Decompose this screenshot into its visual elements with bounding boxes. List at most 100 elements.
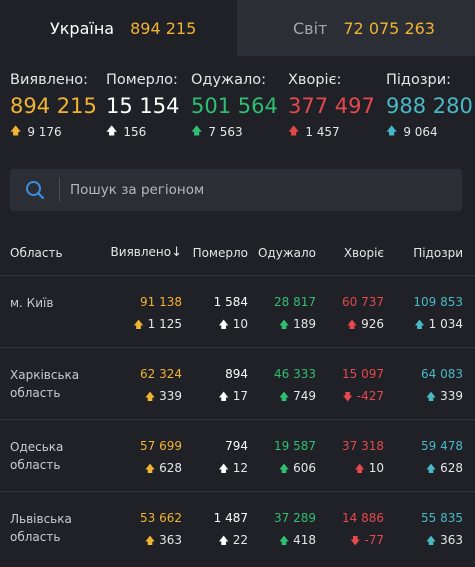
deaths-value: 1 487 xyxy=(213,511,248,525)
arrow-up-icon: 🡅 xyxy=(218,464,229,475)
cell-sick: 37 318 🡅 10 xyxy=(316,438,384,491)
arrow-up-icon: 🡅 xyxy=(278,392,290,403)
arrow-up-icon: 🡅 xyxy=(354,464,365,475)
tab-world[interactable]: Світ 72 075 263 xyxy=(237,0,475,56)
cases-delta: 🡅 1 125 xyxy=(108,316,182,334)
cell-recovered: 37 289 🡅 418 xyxy=(248,510,316,564)
header-detected[interactable]: Виявлено↓ xyxy=(108,245,182,260)
recovered-delta: 🡅 418 xyxy=(248,532,316,550)
recovered-delta-value: 606 xyxy=(293,461,316,475)
cell-deaths: 1 584 🡅 10 xyxy=(182,294,248,347)
stat-label: Одужало: xyxy=(191,72,266,88)
cell-sick: 14 886 🡇 -77 xyxy=(316,510,384,564)
cases-delta: 🡅 363 xyxy=(108,532,182,550)
table-row[interactable]: Харківська область 62 324 🡅 339 894 🡅 17 46 333… xyxy=(0,348,475,420)
stat-delta: 🡅 7 563 xyxy=(191,122,288,141)
arrow-up-icon: 🡅 xyxy=(425,536,437,547)
recovered-delta: 🡅 606 xyxy=(248,460,316,478)
sick-delta-value: 10 xyxy=(368,461,384,475)
stat-delta: 🡅 156 xyxy=(106,122,191,141)
cell-sick: 60 737 🡅 926 xyxy=(316,294,384,347)
table-row[interactable]: Львівська область 53 662 🡅 363 1 487 🡅 22 37 28… xyxy=(0,492,475,564)
cell-deaths: 894 🡅 17 xyxy=(182,366,248,419)
tab-ukraine-label: Україна xyxy=(50,18,115,38)
deaths-delta: 🡅 17 xyxy=(182,388,248,406)
stat-label: Підозри: xyxy=(386,72,452,88)
header-region[interactable]: Область xyxy=(0,246,108,260)
suspected-delta-value: 363 xyxy=(440,533,463,547)
arrow-up-icon: 🡅 xyxy=(288,124,300,137)
search-input[interactable] xyxy=(70,182,430,198)
deaths-value: 1 584 xyxy=(213,295,248,309)
cases-value: 57 699 xyxy=(140,439,182,453)
stat-label: Хворіє: xyxy=(288,72,342,88)
header-deaths[interactable]: Померло xyxy=(182,246,248,260)
suspected-delta: 🡅 628 xyxy=(384,460,463,478)
sort-down-icon: ↓ xyxy=(171,245,182,260)
deaths-delta-value: 17 xyxy=(232,389,248,403)
table-row[interactable]: м. Київ 91 138 🡅 1 125 1 584 🡅 10 28 817 🡅 189 60 … xyxy=(0,276,475,348)
arrow-up-icon: 🡅 xyxy=(278,464,290,475)
arrow-up-icon: 🡅 xyxy=(144,464,156,475)
stat-label: Померло: xyxy=(106,72,178,88)
cell-suspected: 55 835 🡅 363 xyxy=(384,510,463,564)
stat-delta-value: 9 064 xyxy=(403,124,438,139)
tab-ukraine[interactable]: Україна 894 215 xyxy=(0,0,237,56)
table-row[interactable]: Одеська область 57 699 🡅 628 794 🡅 12 19 587 🡅 60… xyxy=(0,420,475,492)
recovered-delta: 🡅 749 xyxy=(248,388,316,406)
stat-delta-value: 7 563 xyxy=(208,124,243,139)
arrow-up-icon: 🡅 xyxy=(425,392,437,403)
suspected-value: 109 853 xyxy=(413,295,463,309)
arrow-up-icon: 🡅 xyxy=(278,320,290,331)
header-sick[interactable]: Хворіє xyxy=(316,246,384,260)
deaths-delta-value: 22 xyxy=(232,533,248,547)
suspected-value: 59 478 xyxy=(421,439,463,453)
sick-delta: 🡇 -77 xyxy=(316,532,384,550)
cases-delta: 🡅 339 xyxy=(108,388,182,406)
cases-delta-value: 339 xyxy=(159,389,182,403)
arrow-up-icon: 🡅 xyxy=(218,536,229,547)
deaths-value: 794 xyxy=(225,439,248,453)
region-name: м. Київ xyxy=(10,296,54,310)
sick-value: 14 886 xyxy=(342,511,384,525)
recovered-delta-value: 418 xyxy=(293,533,316,547)
region-search xyxy=(10,169,462,211)
cell-recovered: 46 333 🡅 749 xyxy=(248,366,316,419)
arrow-up-icon: 🡅 xyxy=(218,320,229,331)
stat-delta: 🡅 9 176 xyxy=(10,122,106,141)
cases-value: 91 138 xyxy=(140,295,182,309)
stat-delta: 🡅 9 064 xyxy=(386,122,475,141)
suspected-delta: 🡅 339 xyxy=(384,388,463,406)
cases-delta-value: 363 xyxy=(159,533,182,547)
tab-world-label: Світ xyxy=(293,18,328,38)
suspected-delta-value: 1 034 xyxy=(428,317,463,331)
cell-suspected: 64 083 🡅 339 xyxy=(384,366,463,419)
arrow-up-icon: 🡅 xyxy=(278,536,290,547)
region-name: Одеська область xyxy=(10,440,64,472)
cell-recovered: 28 817 🡅 189 xyxy=(248,294,316,347)
arrow-up-icon: 🡅 xyxy=(386,124,398,137)
stat-delta-value: 156 xyxy=(123,124,147,139)
deaths-value: 894 xyxy=(225,367,248,381)
sick-value: 37 318 xyxy=(342,439,384,453)
arrow-up-icon: 🡅 xyxy=(425,464,437,475)
cell-cases: 91 138 🡅 1 125 xyxy=(108,294,182,347)
deaths-delta-value: 10 xyxy=(232,317,248,331)
stat-delta-value: 1 457 xyxy=(305,124,340,139)
recovered-delta: 🡅 189 xyxy=(248,316,316,334)
cases-delta-value: 628 xyxy=(159,461,182,475)
cell-suspected: 59 478 🡅 628 xyxy=(384,438,463,491)
header-recovered[interactable]: Одужало xyxy=(248,246,316,260)
arrow-up-icon: 🡅 xyxy=(191,124,203,137)
cell-cases: 62 324 🡅 339 xyxy=(108,366,182,419)
stat-value: 988 280 xyxy=(386,94,473,118)
recovered-value: 19 587 xyxy=(274,439,316,453)
search-icon[interactable] xyxy=(10,178,60,202)
cell-suspected: 109 853 🡅 1 034 xyxy=(384,294,463,347)
cell-cases: 53 662 🡅 363 xyxy=(108,510,182,564)
arrow-up-icon: 🡅 xyxy=(133,320,144,331)
deaths-delta: 🡅 10 xyxy=(182,316,248,334)
header-suspected[interactable]: Підозри xyxy=(384,246,463,260)
tab-world-value: 72 075 263 xyxy=(343,18,435,38)
cases-delta-value: 1 125 xyxy=(147,317,182,331)
